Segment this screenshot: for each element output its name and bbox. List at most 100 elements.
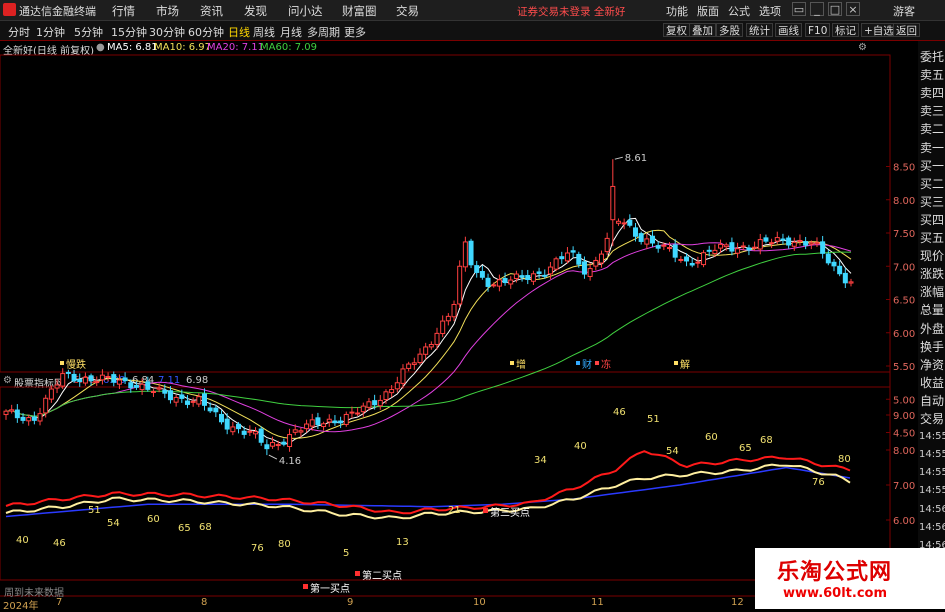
sidebar-item[interactable]: 交易 — [919, 411, 945, 427]
indicator-number-label: 54 — [666, 446, 679, 457]
candle-body — [128, 382, 134, 389]
candle-body — [638, 233, 644, 242]
candle-body — [411, 362, 417, 365]
main-y-tick-label: 8.00 — [893, 196, 915, 207]
candle-body — [111, 374, 117, 383]
sidebar-item[interactable]: 外盘 — [919, 321, 945, 337]
candle-body — [315, 417, 321, 426]
candle-body — [695, 261, 701, 264]
sidebar-item[interactable]: 换手 — [919, 339, 945, 355]
main-y-tick-label: 6.00 — [893, 329, 915, 340]
sidebar-item[interactable]: 净资 — [919, 357, 945, 373]
watermark-title: 乐淘公式网 — [777, 560, 893, 585]
red-indicator-line — [5, 450, 851, 515]
sidebar-item[interactable]: 卖五 — [919, 67, 945, 83]
sidebar-item[interactable]: 涨幅 — [919, 284, 945, 300]
candle-body — [485, 277, 491, 287]
indicator-number-label: 76 — [251, 543, 264, 554]
candle-body — [462, 241, 468, 268]
sidebar-item[interactable]: 买五 — [919, 230, 945, 246]
candle-body — [60, 373, 66, 387]
candle-body — [298, 430, 304, 433]
candle-body — [445, 315, 451, 322]
event-marker-dot — [595, 361, 599, 365]
candle-body — [389, 389, 395, 394]
candle-body — [519, 275, 525, 278]
main-y-tick-label: 5.00 — [893, 395, 915, 406]
sidebar-item[interactable]: 14:55 — [919, 429, 945, 445]
sidebar-item[interactable]: 涨跌 — [919, 266, 945, 282]
sidebar-item[interactable]: 委托 — [919, 49, 945, 65]
date-month-7: 7 — [56, 597, 63, 608]
candle-body — [632, 227, 638, 237]
candle-body — [615, 220, 621, 224]
candle-body — [701, 252, 707, 266]
sidebar-item[interactable]: 买二 — [919, 176, 945, 192]
candle-body — [684, 256, 690, 262]
candle-body — [14, 409, 20, 419]
indicator-number-label: 51 — [88, 505, 101, 516]
candle-body — [598, 253, 604, 264]
candle-body — [604, 237, 610, 253]
candle-body — [309, 419, 315, 427]
sidebar-item[interactable]: 卖一 — [919, 140, 945, 156]
main-y-tick-label: 7.50 — [893, 229, 915, 240]
candle-body — [712, 249, 718, 255]
indicator-number-label: 51 — [647, 414, 660, 425]
date-month-9: 9 — [347, 597, 354, 608]
candle-body — [610, 185, 616, 221]
candle-body — [440, 320, 446, 335]
sidebar-item[interactable]: 收益 — [919, 375, 945, 391]
candle-body — [360, 405, 366, 413]
candle-body — [780, 238, 786, 241]
candle-body — [338, 420, 344, 424]
candle-body — [723, 244, 729, 248]
buy-signal-label: 第二买点 — [362, 569, 402, 582]
sidebar-item[interactable]: 卖三 — [919, 103, 945, 119]
candle-body — [224, 418, 230, 430]
candle-body — [655, 245, 661, 249]
sidebar-item[interactable]: 14:55 — [919, 465, 945, 481]
candle-body — [88, 375, 94, 382]
candle-body — [434, 332, 440, 345]
candle-body — [145, 381, 151, 390]
price-chart[interactable]: 8.50 8.00 7.50 7.00 6.50 6.00 5.50 5.00 4.50 9.00… — [0, 0, 945, 609]
candle-body — [581, 261, 587, 275]
candle-body — [530, 273, 536, 282]
sub-y-tick-label: 6.00 — [893, 516, 915, 527]
sidebar-item[interactable]: 14:56 — [919, 502, 945, 518]
candle-body — [678, 259, 684, 262]
indicator-number-label: 40 — [16, 535, 29, 546]
indicator-number-label: 5 — [343, 548, 349, 559]
candle-body — [270, 442, 276, 447]
sidebar-item[interactable]: 自动 — [919, 393, 945, 409]
sidebar-item[interactable]: 14:55 — [919, 447, 945, 463]
main-y-tick-label: 8.50 — [893, 163, 915, 174]
sidebar-item[interactable]: 卖四 — [919, 85, 945, 101]
candle-body — [383, 391, 389, 401]
sidebar-item[interactable]: 14:55 — [919, 483, 945, 499]
sidebar-item[interactable]: 14:56 — [919, 520, 945, 536]
sidebar-item[interactable]: 买三 — [919, 194, 945, 210]
sidebar-item[interactable]: 总量 — [919, 302, 945, 318]
sidebar-item[interactable]: 现价 — [919, 248, 945, 264]
candle-body — [627, 219, 633, 226]
sidebar-item[interactable]: 买一 — [919, 158, 945, 174]
candle-body — [236, 423, 242, 430]
candle-body — [735, 248, 741, 254]
candle-body — [763, 237, 769, 242]
candle-body — [366, 401, 372, 408]
sidebar-item[interactable]: 买四 — [919, 212, 945, 228]
date-month-10: 10 — [473, 597, 486, 608]
candle-body — [786, 237, 792, 246]
candle-body — [797, 239, 803, 242]
ma60-line — [5, 251, 852, 417]
buy-signal-marker — [303, 584, 308, 589]
candle-body — [82, 376, 88, 384]
candle-body — [621, 222, 627, 225]
event-marker-label: 慢跌 — [66, 358, 86, 371]
sidebar-item[interactable]: 卖二 — [919, 121, 945, 137]
candle-body — [241, 430, 247, 435]
main-y-tick-label: 7.00 — [893, 262, 915, 273]
candle-body — [746, 247, 752, 251]
